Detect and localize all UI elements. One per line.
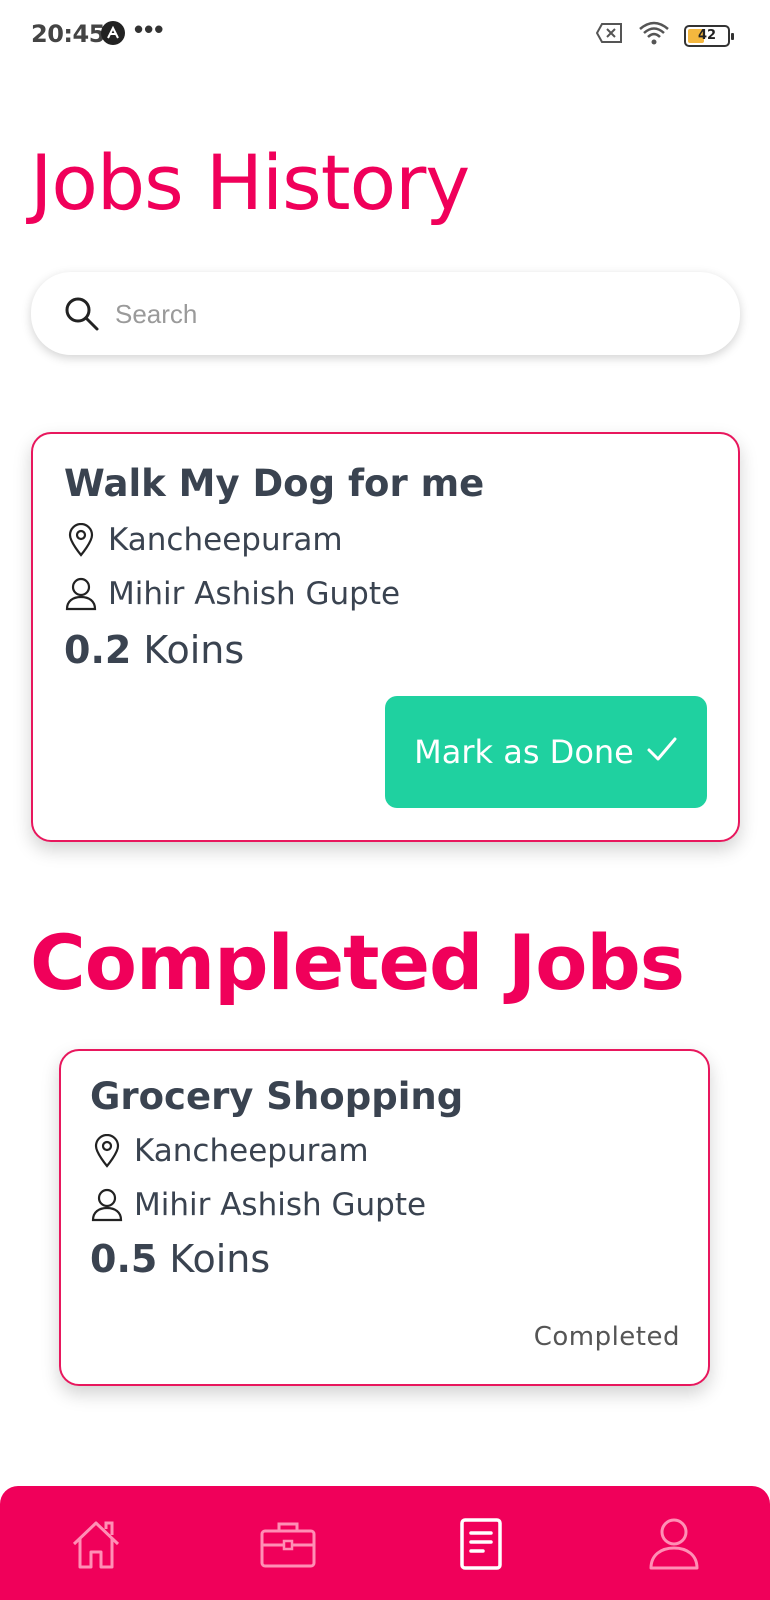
search-bar[interactable] xyxy=(31,272,740,355)
nav-home[interactable] xyxy=(66,1516,126,1576)
completed-job-card[interactable]: Grocery Shopping Kancheepuram Mihir Ashi… xyxy=(59,1049,710,1386)
profile-icon xyxy=(648,1517,700,1576)
app-notification-icon xyxy=(101,21,125,45)
search-input[interactable] xyxy=(115,292,675,336)
job-koins-unit: Koins xyxy=(143,628,245,672)
more-notifications-icon: ••• xyxy=(134,14,165,44)
page-title: Jobs History xyxy=(30,138,470,227)
nav-jobs[interactable] xyxy=(258,1516,318,1576)
battery-percent: 42 xyxy=(697,27,717,43)
search-icon xyxy=(64,296,100,337)
bottom-nav xyxy=(0,1486,770,1600)
battery-icon: 42 xyxy=(684,24,734,47)
location-pin-icon xyxy=(64,523,98,557)
completed-job-koins: 0.5 Koins xyxy=(90,1237,270,1281)
person-icon xyxy=(90,1188,124,1222)
job-person-text: Mihir Ashish Gupte xyxy=(108,576,401,612)
job-location: Kancheepuram xyxy=(64,522,343,558)
job-card[interactable]: Walk My Dog for me Kancheepuram Mihir As… xyxy=(31,432,740,842)
completed-job-location-text: Kancheepuram xyxy=(134,1133,369,1169)
status-time: 20:45 xyxy=(31,20,105,48)
mark-as-done-label: Mark as Done xyxy=(414,733,634,771)
completed-job-koins-value: 0.5 xyxy=(90,1237,158,1281)
person-icon xyxy=(64,577,98,611)
job-location-text: Kancheepuram xyxy=(108,522,343,558)
completed-job-person-text: Mihir Ashish Gupte xyxy=(134,1187,427,1223)
completed-job-location: Kancheepuram xyxy=(90,1133,369,1169)
completed-job-person: Mihir Ashish Gupte xyxy=(90,1187,426,1223)
status-bar: 20:45 ••• 42 xyxy=(0,0,770,68)
document-icon xyxy=(459,1517,503,1576)
status-badge: Completed xyxy=(533,1322,680,1352)
completed-jobs-title: Completed Jobs xyxy=(30,918,685,1007)
checkmark-icon xyxy=(646,733,678,771)
job-koins: 0.2 Koins xyxy=(64,628,244,672)
job-person: Mihir Ashish Gupte xyxy=(64,576,400,612)
completed-job-koins-unit: Koins xyxy=(169,1237,271,1281)
completed-job-title: Grocery Shopping xyxy=(90,1075,464,1118)
wifi-icon xyxy=(638,20,670,51)
job-koins-value: 0.2 xyxy=(64,628,132,672)
nav-history[interactable] xyxy=(451,1516,511,1576)
location-pin-icon xyxy=(90,1134,124,1168)
status-indicators: 42 xyxy=(595,20,734,51)
mark-as-done-button[interactable]: Mark as Done xyxy=(385,696,707,808)
briefcase-icon xyxy=(259,1519,317,1574)
job-title: Walk My Dog for me xyxy=(64,462,485,505)
sim-off-icon xyxy=(595,22,624,49)
nav-profile[interactable] xyxy=(644,1516,704,1576)
home-icon xyxy=(68,1516,124,1577)
